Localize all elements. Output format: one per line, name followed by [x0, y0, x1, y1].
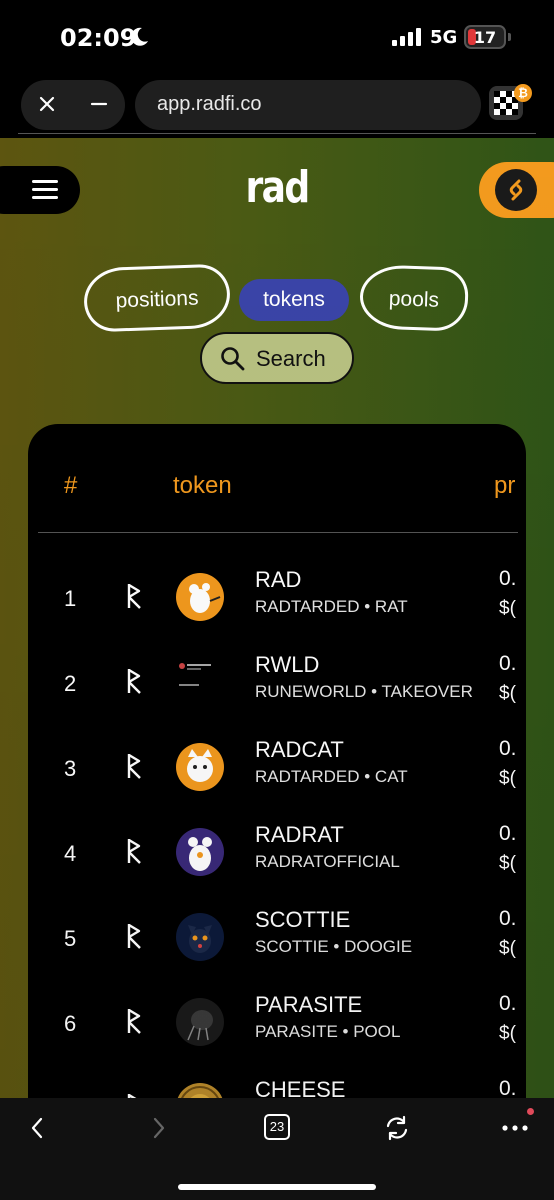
table-row[interactable]: 4 RADRAT RADRATOFFICIAL 0. $(	[28, 815, 526, 900]
token-subtitle: RADTARDED • RAT	[255, 597, 408, 616]
rune-icon	[127, 838, 141, 864]
wallet-button[interactable]	[479, 162, 554, 218]
token-price-usd: $(	[499, 598, 516, 619]
token-subtitle: RUNEWORLD • TAKEOVER	[255, 682, 473, 701]
battery-icon: 17	[464, 25, 506, 49]
tab-positions[interactable]: positions	[82, 263, 232, 333]
token-name: CHEESE	[255, 1077, 346, 1098]
token-name: RWLD	[255, 652, 320, 677]
table-row[interactable]: 5 SCOTTIE SCOTTIE • DOOGIE 0. $(	[28, 900, 526, 985]
site-logo: rad	[245, 162, 310, 213]
tab-tokens-label: tokens	[263, 288, 325, 311]
browser-toolbar: app.radfi.co ₿	[0, 72, 554, 134]
rune-icon	[127, 753, 141, 779]
token-price: 0.	[499, 907, 517, 930]
table-row[interactable]: 6 PARASITE PARASITE • POOL 0. $(	[28, 985, 526, 1070]
minimize-icon[interactable]	[87, 92, 111, 116]
table-row[interactable]: 1 RAD RADTARDED • RAT 0. $(	[28, 560, 526, 645]
dog-avatar-icon	[176, 913, 224, 961]
cat-avatar-icon	[176, 743, 224, 791]
header-divider	[38, 532, 518, 533]
token-price: 0.	[499, 737, 517, 760]
token-subtitle: SCOTTIE • DOOGIE	[255, 937, 413, 956]
column-header-number: #	[64, 472, 78, 499]
tabs-button[interactable]: 23	[264, 1114, 290, 1140]
token-price: 0.	[499, 652, 517, 675]
token-table: # token pr 1 RAD RADTARDED • RAT 0. $( 2…	[28, 424, 526, 1098]
row-rank: 6	[64, 1011, 77, 1036]
token-price: 0.	[499, 567, 517, 590]
token-price: 0.	[499, 822, 517, 845]
refresh-icon[interactable]	[383, 1114, 411, 1142]
search-icon	[221, 347, 245, 371]
radrat-avatar-icon	[176, 828, 224, 876]
web-page: rad positions tokens pools Search # toke…	[0, 138, 554, 1098]
token-price: 0.	[499, 1077, 517, 1098]
token-name: SCOTTIE	[255, 907, 351, 932]
tab-count: 23	[269, 1119, 285, 1134]
rat-avatar-icon	[176, 573, 224, 621]
moon-icon	[131, 27, 148, 46]
forward-icon[interactable]	[146, 1116, 170, 1140]
table-row[interactable]: 7 CHEESE 0.	[28, 1070, 526, 1098]
token-price-usd: $(	[499, 683, 516, 704]
back-icon[interactable]	[26, 1116, 50, 1140]
token-price: 0.	[499, 992, 517, 1015]
token-price-usd: $(	[499, 853, 516, 874]
status-bar: 02:09 5G 17	[0, 0, 554, 72]
battery-level: 17	[473, 28, 497, 47]
close-icon[interactable]	[35, 92, 59, 116]
tab-pools-label: pools	[388, 287, 440, 312]
row-rank: 5	[64, 926, 77, 951]
more-icon[interactable]	[501, 1124, 529, 1132]
toolbar-divider	[18, 133, 536, 134]
token-price-usd: $(	[499, 768, 516, 789]
cheese-avatar-icon	[176, 1083, 224, 1098]
token-price-usd: $(	[499, 1023, 516, 1044]
table-row[interactable]: 3 RADCAT RADTARDED • CAT 0. $(	[28, 730, 526, 815]
network-type: 5G	[430, 27, 458, 48]
rune-icon	[127, 583, 141, 609]
token-name: RADRAT	[255, 822, 344, 847]
notification-dot	[527, 1108, 534, 1115]
token-subtitle: RADRATOFFICIAL	[255, 852, 400, 871]
battery-tip	[508, 33, 511, 41]
parasite-avatar-icon	[176, 998, 224, 1046]
rune-icon	[127, 923, 141, 949]
tab-controls	[21, 80, 125, 130]
bitcoin-badge: ₿	[514, 84, 532, 102]
search-button[interactable]: Search	[200, 332, 354, 384]
url-text: app.radfi.co	[157, 93, 262, 115]
token-subtitle: PARASITE • POOL	[255, 1022, 401, 1041]
token-name: RAD	[255, 567, 302, 592]
rune-icon	[127, 668, 141, 694]
runeworld-avatar-icon	[176, 658, 224, 706]
signal-icon	[392, 28, 421, 46]
wallet-icon	[495, 169, 537, 211]
tab-positions-label: positions	[115, 286, 199, 313]
row-rank: 1	[64, 586, 77, 611]
token-subtitle: RADTARDED • CAT	[255, 767, 408, 786]
row-rank: 2	[64, 671, 77, 696]
status-time: 02:09	[60, 24, 137, 52]
search-label: Search	[256, 346, 326, 371]
token-price-usd: $(	[499, 938, 516, 959]
home-indicator	[178, 1184, 376, 1190]
column-header-token[interactable]: token	[173, 472, 232, 500]
row-rank: 4	[64, 841, 77, 866]
token-name: RADCAT	[255, 737, 344, 762]
column-header-price[interactable]: pr	[494, 472, 515, 500]
tab-pools[interactable]: pools	[358, 264, 470, 332]
rune-icon	[127, 1008, 141, 1034]
table-row[interactable]: 2 RWLD RUNEWORLD • TAKEOVER 0. $(	[28, 645, 526, 730]
token-name: PARASITE	[255, 992, 363, 1017]
tab-tokens[interactable]: tokens	[239, 279, 349, 321]
address-bar[interactable]: app.radfi.co	[135, 80, 481, 130]
row-rank: 3	[64, 756, 77, 781]
